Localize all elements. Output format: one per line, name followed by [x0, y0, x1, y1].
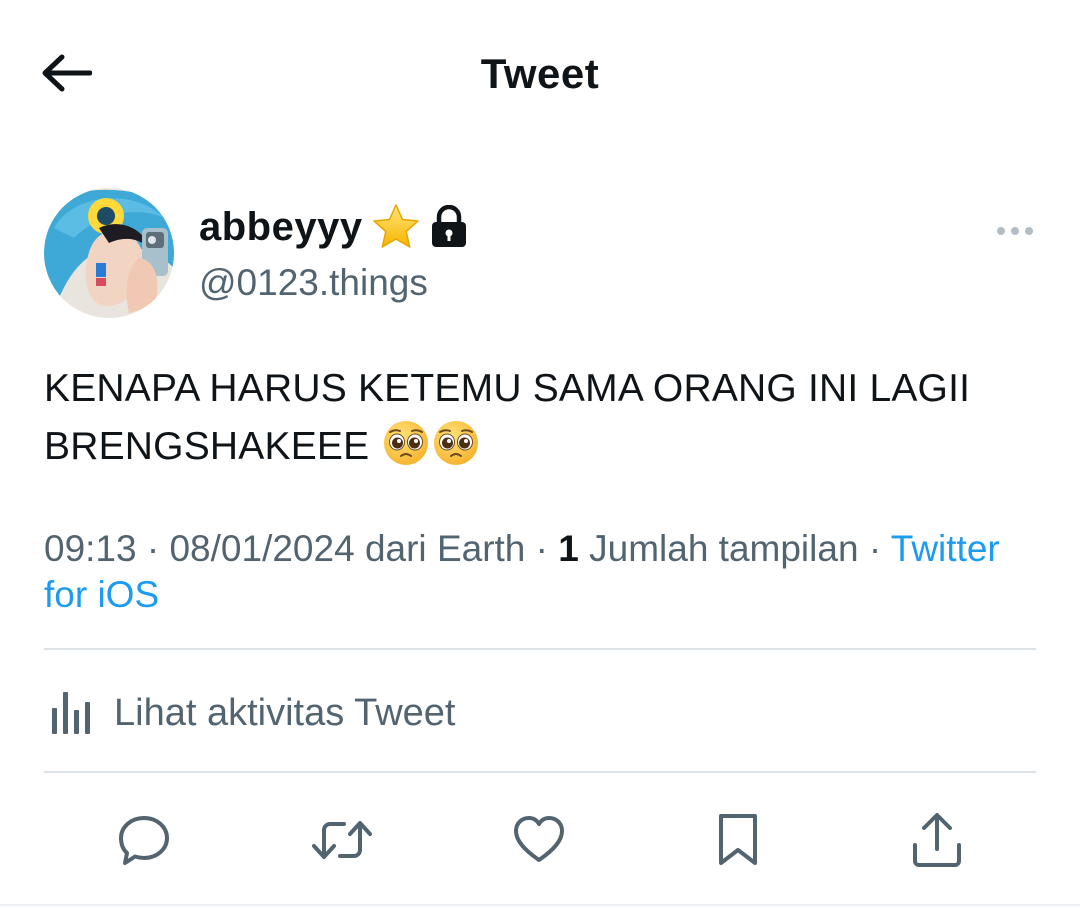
view-count: 1	[558, 528, 579, 569]
bookmark-icon	[719, 814, 757, 865]
more-dot	[1011, 227, 1019, 235]
analytics-bar-icon	[52, 692, 90, 734]
star-icon	[372, 204, 419, 248]
tweet-text-word: BRENGSHAKEEE	[44, 425, 370, 468]
like-icon	[514, 816, 564, 862]
tweet-author: abbeyyy @0123.things	[44, 188, 1036, 320]
page-title: Tweet	[480, 50, 600, 97]
lock-icon	[431, 205, 466, 247]
share-button[interactable]	[905, 808, 969, 872]
tweet-text-line-1: KENAPA HARUS KETEMU SAMA ORANG INI LAGII	[44, 367, 971, 410]
more-dot	[1025, 227, 1033, 235]
reply-button[interactable]	[112, 808, 176, 872]
more-options-button[interactable]	[994, 220, 1036, 242]
meta-separator: ·	[146, 528, 160, 569]
top-bar: Tweet	[0, 0, 1080, 148]
tweet-text-line-2: BRENGSHAKEEE	[44, 418, 1044, 476]
meta-separator: ·	[535, 528, 548, 569]
retweet-button[interactable]	[310, 808, 374, 872]
bookmark-button[interactable]	[706, 808, 770, 872]
retweet-icon	[312, 821, 372, 859]
more-horizontal-icon	[997, 227, 1005, 235]
tweet-meta: 09:13 · 08/01/2024 dari Earth · 1 Jumlah…	[44, 526, 1044, 618]
reply-icon	[119, 816, 169, 865]
activity-label: Lihat aktivitas Tweet	[114, 691, 456, 734]
meta-separator: ·	[868, 528, 882, 569]
like-button[interactable]	[507, 808, 571, 872]
view-label: Jumlah tampilan	[589, 528, 859, 569]
pleading-face-icon	[434, 421, 479, 465]
user-handle[interactable]: @0123.things	[199, 262, 428, 304]
bottom-divider	[0, 904, 1080, 906]
display-name[interactable]: abbeyyy	[199, 205, 363, 250]
view-tweet-activity-button[interactable]: Lihat aktivitas Tweet	[44, 680, 455, 746]
tweet-location: Earth	[436, 528, 526, 569]
tweet-text: KENAPA HARUS KETEMU SAMA ORANG INI LAGII…	[44, 360, 1044, 476]
share-icon	[913, 813, 961, 867]
divider	[44, 771, 1036, 773]
location-prefix: dari	[364, 528, 427, 569]
tweet-date[interactable]: 08/01/2024	[169, 528, 354, 569]
avatar-image	[44, 188, 174, 318]
avatar[interactable]	[44, 188, 174, 318]
tweet-action-bar	[0, 800, 1080, 880]
pleading-face-icon	[384, 421, 429, 465]
tweet-time[interactable]: 09:13	[44, 528, 137, 569]
divider	[44, 648, 1036, 650]
